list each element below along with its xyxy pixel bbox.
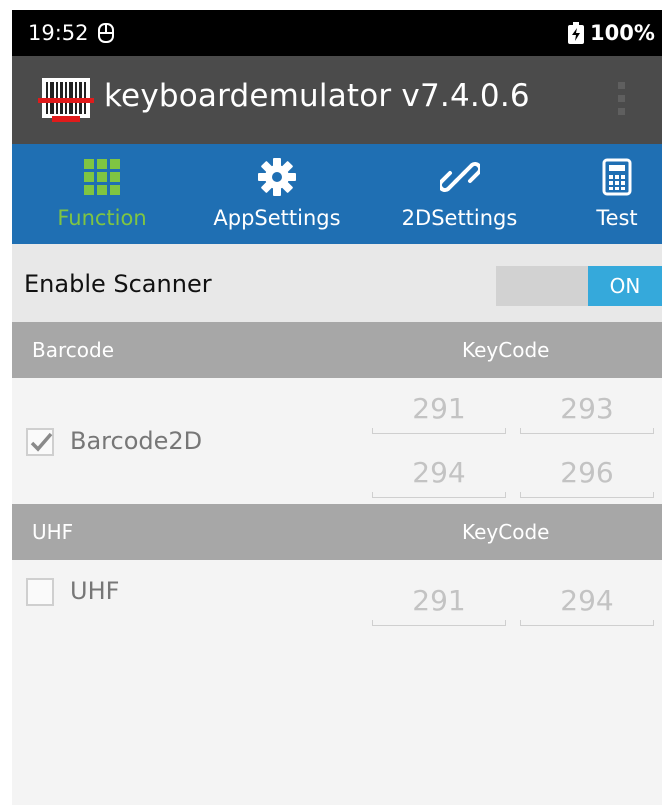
uhf-checkbox[interactable]	[26, 578, 54, 606]
app-screen: 19:52 100% keyboardemulator v7.4.0.6 Fun…	[12, 10, 662, 805]
status-bar: 19:52 100%	[12, 10, 662, 56]
tab-test[interactable]: Test	[572, 144, 662, 244]
keycode-value: 296	[560, 456, 614, 489]
tab-label: AppSettings	[213, 206, 341, 230]
tab-appsettings[interactable]: AppSettings	[192, 144, 362, 244]
keycode-header-label: KeyCode	[462, 520, 550, 544]
enable-scanner-row: Enable Scanner ON	[12, 244, 662, 322]
keycode-field[interactable]: 294	[372, 448, 506, 500]
barcode2d-checkbox[interactable]	[26, 428, 54, 456]
gear-icon	[258, 158, 296, 196]
tab-label: Function	[57, 206, 147, 230]
keycode-value: 294	[560, 584, 614, 617]
app-bar: keyboardemulator v7.4.0.6	[12, 56, 662, 144]
enable-scanner-label: Enable Scanner	[24, 270, 212, 298]
tab-2dsettings[interactable]: 2DSettings	[382, 144, 537, 244]
switch-on-label: ON	[588, 266, 662, 306]
grid-icon	[84, 159, 120, 195]
keycode-field[interactable]: 291	[372, 576, 506, 628]
checkmark-icon	[30, 432, 53, 452]
keycode-field[interactable]: 291	[372, 384, 506, 436]
barcode-logo-icon	[38, 78, 94, 122]
battery-percent: 100%	[590, 21, 655, 45]
uhf-section-header: UHF KeyCode	[12, 504, 662, 560]
uhf-header-label: UHF	[32, 520, 74, 544]
keycode-value: 293	[560, 392, 614, 425]
overflow-menu-icon[interactable]	[614, 78, 628, 124]
tab-label: Test	[596, 206, 638, 230]
usb-icon	[98, 23, 114, 43]
tab-bar: Function AppSettings 2DSettings Test	[12, 144, 662, 244]
barcode-section: Barcode2D 291 293 294 296	[12, 378, 662, 504]
keycode-field[interactable]: 293	[520, 384, 654, 436]
keycode-field[interactable]: 294	[520, 576, 654, 628]
keycode-value: 291	[412, 392, 466, 425]
tab-function[interactable]: Function	[22, 144, 182, 244]
enable-scanner-switch[interactable]: ON	[496, 266, 662, 306]
battery-charging-icon	[568, 22, 584, 44]
calculator-icon	[602, 158, 632, 196]
keycode-value: 294	[412, 456, 466, 489]
keycode-field[interactable]: 296	[520, 448, 654, 500]
keycode-header-label: KeyCode	[462, 338, 550, 362]
barcode-section-header: Barcode KeyCode	[12, 322, 662, 378]
uhf-label: UHF	[70, 577, 120, 605]
tab-label: 2DSettings	[401, 206, 518, 230]
barcode-header-label: Barcode	[32, 338, 114, 362]
app-title: keyboardemulator v7.4.0.6	[104, 78, 530, 114]
keycode-value: 291	[412, 584, 466, 617]
uhf-section: UHF 291 294	[12, 560, 662, 805]
link-icon	[439, 162, 480, 192]
status-time: 19:52	[28, 21, 89, 45]
barcode2d-label: Barcode2D	[70, 427, 203, 455]
